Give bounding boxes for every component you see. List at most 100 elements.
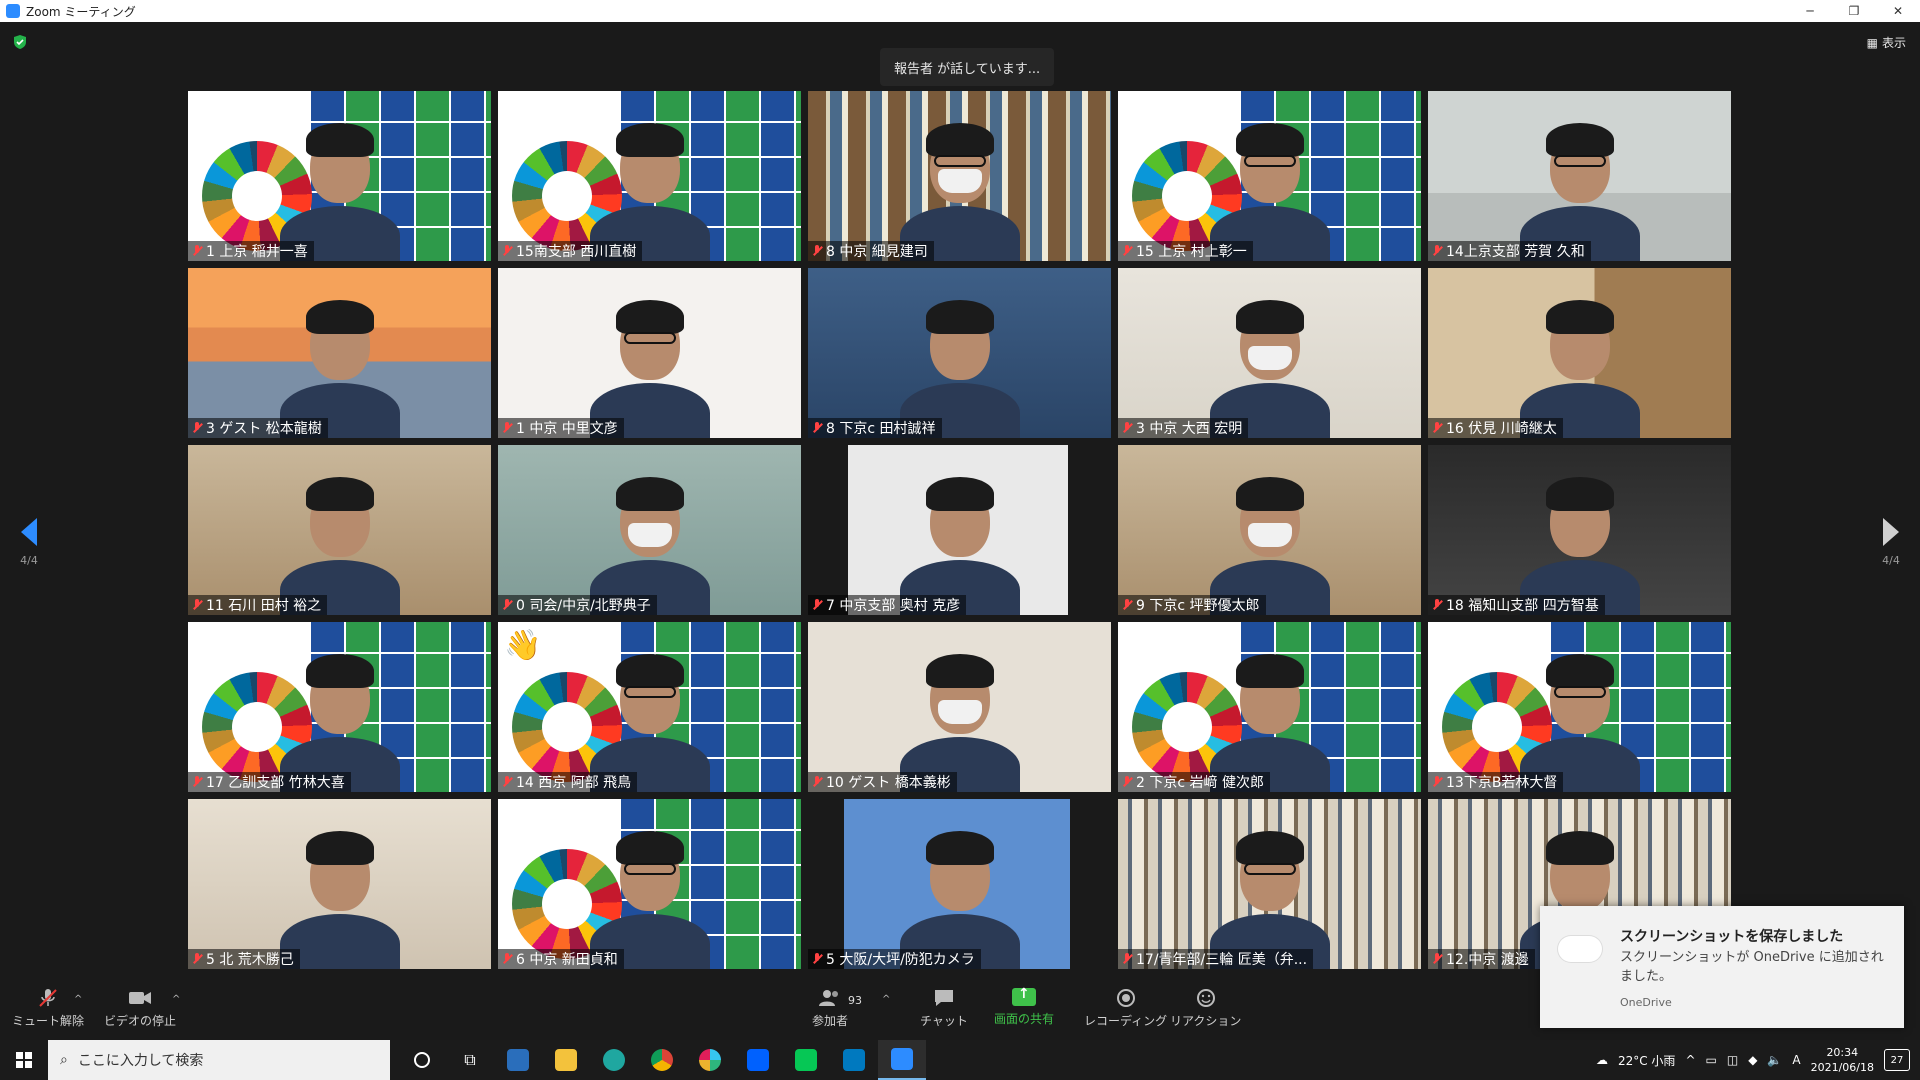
- participant-video-tile[interactable]: 14上京支部 芳賀 久和: [1428, 91, 1731, 261]
- participant-video-tile[interactable]: 11 石川 田村 裕之: [188, 445, 491, 615]
- participant-name-label: 15南支部 西川直樹: [498, 241, 643, 261]
- participant-name-label: 1 上京 稲井一喜: [188, 241, 314, 261]
- participant-silhouette: [1519, 465, 1640, 615]
- minimize-button[interactable]: ─: [1788, 0, 1832, 22]
- mic-muted-icon: [502, 953, 512, 965]
- trello-icon[interactable]: [830, 1040, 878, 1080]
- clock[interactable]: 20:34 2021/06/18: [1811, 1045, 1874, 1075]
- participant-video-tile[interactable]: 18 福知山支部 四方智基: [1428, 445, 1731, 615]
- participant-silhouette: [1209, 819, 1330, 969]
- weather-text[interactable]: 22°C 小雨: [1618, 1052, 1675, 1069]
- participant-name: 1 中京 中里文彦: [516, 421, 618, 437]
- participant-video-tile[interactable]: 3 中京 大西 宏明: [1118, 268, 1421, 438]
- share-screen-button[interactable]: 画面の共有: [994, 986, 1054, 1027]
- video-options-caret[interactable]: ^: [172, 994, 180, 1005]
- participant-video-tile[interactable]: 👋 14 西京 阿部 飛鳥: [498, 622, 801, 792]
- mic-muted-icon: [502, 422, 512, 434]
- zoom-taskbar-icon[interactable]: [878, 1040, 926, 1080]
- dropbox-icon[interactable]: [734, 1040, 782, 1080]
- notification-center-icon[interactable]: 27: [1884, 1049, 1910, 1071]
- video-camera-icon: [129, 992, 151, 1004]
- record-button[interactable]: レコーディング: [1084, 988, 1167, 1029]
- network-icon[interactable]: ◫: [1727, 1053, 1738, 1067]
- edge-icon[interactable]: [590, 1040, 638, 1080]
- audio-options-caret[interactable]: ^: [74, 994, 82, 1005]
- cortana-icon[interactable]: [398, 1040, 446, 1080]
- volume-icon[interactable]: 🔈: [1767, 1053, 1782, 1067]
- line-app-icon[interactable]: [782, 1040, 830, 1080]
- participant-video-tile[interactable]: 8 中京 細見建司: [808, 91, 1111, 261]
- participant-video-tile[interactable]: 7 中京支部 奥村 克彦: [808, 445, 1111, 615]
- reactions-label: リアクション: [1170, 1014, 1242, 1028]
- participant-silhouette: [899, 465, 1020, 615]
- participant-video-tile[interactable]: 17 乙訓支部 竹林大喜: [188, 622, 491, 792]
- participant-video-tile[interactable]: 15南支部 西川直樹: [498, 91, 801, 261]
- participant-name-label: 16 伏見 川崎継太: [1428, 418, 1563, 438]
- taskbar-search-box[interactable]: ⌕ ここに入力して検索: [48, 1040, 390, 1080]
- participant-video-tile[interactable]: 1 中京 中里文彦: [498, 268, 801, 438]
- restore-button[interactable]: ❐: [1832, 0, 1876, 22]
- participant-name-label: 2 下京c 岩﨑 健次郎: [1118, 772, 1270, 792]
- mic-muted-icon: [1122, 599, 1132, 611]
- clock-time: 20:34: [1826, 1046, 1859, 1059]
- search-placeholder: ここに入力して検索: [77, 1053, 204, 1069]
- participant-video-tile[interactable]: 16 伏見 川崎継太: [1428, 268, 1731, 438]
- mic-muted-icon: [192, 245, 202, 257]
- view-button[interactable]: ▦ 表示: [1867, 34, 1906, 51]
- reactions-button[interactable]: リアクション: [1170, 988, 1241, 1029]
- participant-name: 8 中京 細見建司: [826, 244, 928, 260]
- chrome-icon[interactable]: [638, 1040, 686, 1080]
- participant-name-label: 14上京支部 芳賀 久和: [1428, 241, 1591, 261]
- participant-silhouette: [899, 819, 1020, 969]
- participant-video-tile[interactable]: 15 上京 村上彰一: [1118, 91, 1421, 261]
- chat-button[interactable]: チャット: [920, 988, 968, 1029]
- participant-video-tile[interactable]: 1 上京 稲井一喜: [188, 91, 491, 261]
- mic-muted-icon: [812, 776, 822, 788]
- close-button[interactable]: ✕: [1876, 0, 1920, 22]
- participant-video-tile[interactable]: 2 下京c 岩﨑 健次郎: [1118, 622, 1421, 792]
- participant-video-tile[interactable]: 10 ゲスト 橋本義彬: [808, 622, 1111, 792]
- chevron-up-icon[interactable]: ^: [1685, 1053, 1695, 1067]
- slack-icon[interactable]: [686, 1040, 734, 1080]
- ime-indicator[interactable]: A: [1792, 1053, 1800, 1067]
- toast-source: OneDrive: [1620, 996, 1672, 1009]
- participants-options-caret[interactable]: ^: [882, 994, 890, 1005]
- participant-name: 3 ゲスト 松本龍樹: [206, 421, 322, 437]
- stop-video-button[interactable]: ビデオの停止: [104, 988, 176, 1029]
- participant-video-tile[interactable]: 0 司会/中京/北野典子: [498, 445, 801, 615]
- participant-name: 1 上京 稲井一喜: [206, 244, 308, 260]
- file-explorer-icon[interactable]: [542, 1040, 590, 1080]
- record-icon: [1116, 989, 1135, 1007]
- bizword-app-icon[interactable]: [494, 1040, 542, 1080]
- security-shield-icon[interactable]: [12, 34, 28, 50]
- participants-button[interactable]: 参加者: [812, 988, 848, 1029]
- participant-video-tile[interactable]: 8 下京c 田村誠祥: [808, 268, 1111, 438]
- arrow-left-icon[interactable]: [21, 518, 37, 546]
- participant-name-label: 8 中京 細見建司: [808, 241, 934, 261]
- participant-silhouette: [899, 288, 1020, 438]
- arrow-right-icon[interactable]: [1883, 518, 1899, 546]
- chat-icon: [934, 990, 953, 1006]
- battery-icon[interactable]: ▭: [1706, 1053, 1717, 1067]
- participant-name-label: 13下京B若林大督: [1428, 772, 1564, 792]
- search-icon: ⌕: [60, 1052, 68, 1068]
- participant-video-tile[interactable]: 5 大阪/大坪/防犯カメラ: [808, 799, 1111, 969]
- screenshot-saved-toast[interactable]: スクリーンショットを保存しました スクリーンショットが OneDrive に追加…: [1540, 906, 1904, 1028]
- participant-silhouette: [899, 642, 1020, 792]
- participant-video-tile[interactable]: 17/青年部/三輪 匠美（弁...: [1118, 799, 1421, 969]
- participant-name-label: 8 下京c 田村誠祥: [808, 418, 942, 438]
- task-view-icon[interactable]: ⧉: [446, 1040, 494, 1080]
- participant-video-tile[interactable]: 3 ゲスト 松本龍樹: [188, 268, 491, 438]
- dropbox-tray-icon[interactable]: ◆: [1748, 1053, 1757, 1067]
- participant-name-label: 9 下京c 坪野優太郎: [1118, 595, 1266, 615]
- window-title: Zoom ミーティング: [26, 4, 136, 19]
- participant-video-tile[interactable]: 6 中京 新田貞和: [498, 799, 801, 969]
- next-page-nav[interactable]: 4/4: [1876, 518, 1906, 567]
- start-button[interactable]: [0, 1040, 48, 1080]
- participant-silhouette: [279, 288, 400, 438]
- participant-video-tile[interactable]: 9 下京c 坪野優太郎: [1118, 445, 1421, 615]
- prev-page-nav[interactable]: 4/4: [14, 518, 44, 567]
- participant-video-tile[interactable]: 13下京B若林大督: [1428, 622, 1731, 792]
- participant-video-tile[interactable]: 5 北 荒木勝己: [188, 799, 491, 969]
- participant-name-label: 15 上京 村上彰一: [1118, 241, 1253, 261]
